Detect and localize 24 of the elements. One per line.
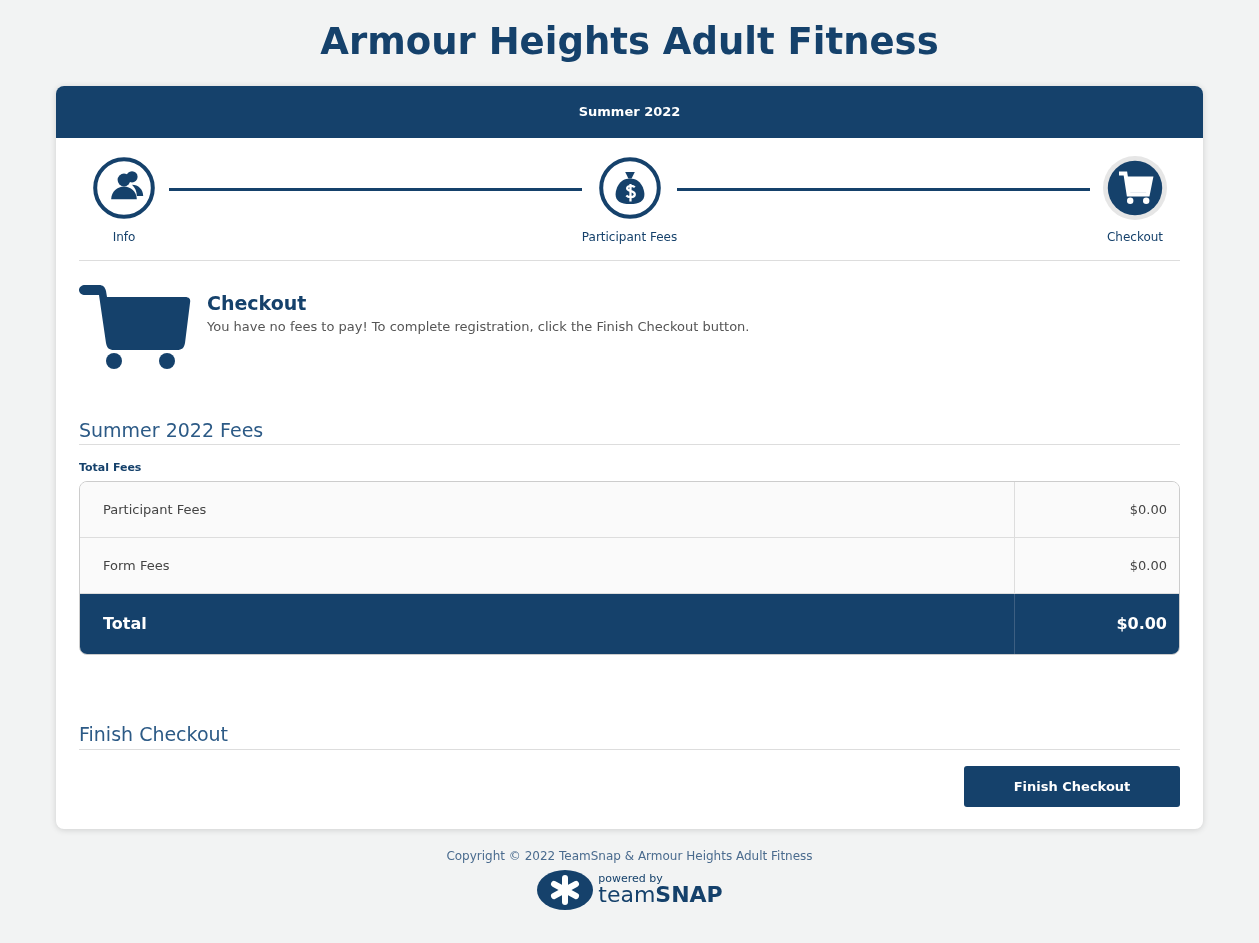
page-title: Armour Heights Adult Fitness <box>320 20 939 63</box>
fee-amount: $0.00 <box>1129 556 1167 575</box>
asterisk-logo-icon <box>536 868 595 911</box>
step-item[interactable]: Participant Fees <box>581 155 678 246</box>
powered-by-text: powered by <box>598 872 663 886</box>
step-label: Info <box>112 228 136 246</box>
step-label: Participant Fees <box>581 228 678 246</box>
cart-icon <box>79 284 191 369</box>
checkout-heading: Checkout <box>207 291 307 314</box>
fee-label: Participant Fees <box>103 501 207 517</box>
fee-label: Form Fees <box>103 557 170 573</box>
checkout-message: You have no fees to pay! To complete registration, click the Finish Checkout button. <box>207 319 750 335</box>
section-heading: Finish Checkout <box>79 723 228 745</box>
fee-amount: $0.00 <box>1129 500 1167 519</box>
step-item[interactable]: Info <box>79 155 169 246</box>
finish-checkout-button[interactable]: Finish Checkout <box>964 765 1180 807</box>
total-amount: $0.00 <box>1116 613 1167 635</box>
section-heading: Summer 2022 Fees <box>79 418 264 441</box>
card-header: Summer 2022 <box>56 85 1203 138</box>
table-label: Total Fees <box>79 461 142 475</box>
step-item[interactable]: Checkout <box>1090 155 1180 246</box>
copyright-text: Copyright © 2022 TeamSnap & Armour Heights Adult Fitness <box>446 848 813 863</box>
total-label: Total <box>103 614 147 633</box>
step-label: Checkout <box>1106 228 1164 246</box>
